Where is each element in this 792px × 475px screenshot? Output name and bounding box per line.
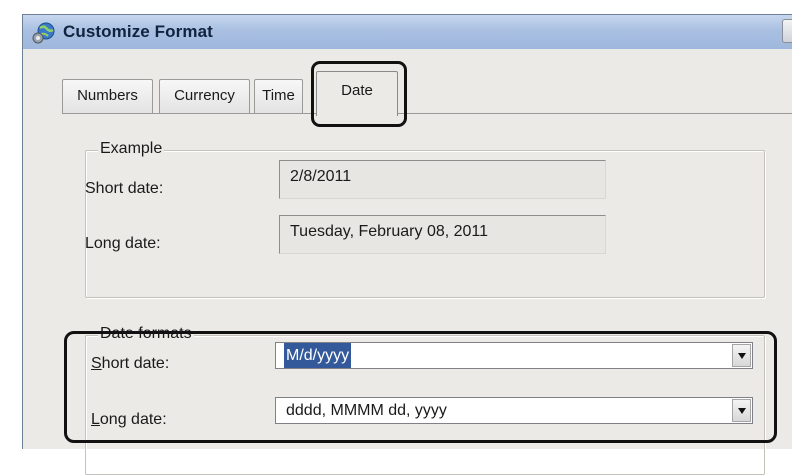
long-date-label-text: ong date: (99, 411, 167, 428)
short-date-format-value[interactable]: M/d/yyyy (284, 343, 352, 368)
chevron-down-icon[interactable] (732, 344, 751, 367)
example-long-date-value: Tuesday, February 08, 2011 (279, 215, 606, 254)
tab-time[interactable]: Time (254, 79, 303, 113)
long-date-format-label: Long date: (91, 411, 167, 429)
window-title: Customize Format (63, 22, 213, 41)
close-button[interactable] (782, 19, 792, 43)
long-date-format-combo[interactable]: dddd, MMMM dd, yyyy (275, 397, 753, 424)
tab-strip-divider (62, 113, 792, 114)
example-short-date-label: Short date: (85, 180, 164, 197)
long-date-format-value[interactable]: dddd, MMMM dd, yyyy (286, 398, 447, 423)
title-bar[interactable]: Customize Format (23, 15, 792, 49)
short-date-format-label: Short date: (91, 355, 169, 373)
short-date-access-key: S (91, 355, 102, 372)
tab-numbers[interactable]: Numbers (62, 79, 153, 113)
example-short-date-value: 2/8/2011 (279, 160, 606, 199)
chevron-down-icon[interactable] (732, 399, 751, 422)
globe-settings-icon (32, 22, 55, 44)
tab-currency[interactable]: Currency (159, 79, 250, 113)
example-long-date-label: Long date: (85, 235, 161, 252)
date-formats-group-title: Date formats (98, 325, 194, 343)
long-date-access-key: L (91, 411, 100, 428)
tab-date[interactable]: Date (316, 71, 398, 116)
short-date-format-combo[interactable]: M/d/yyyy (275, 342, 753, 369)
example-group-title: Example (98, 140, 165, 158)
short-date-label-text: hort date: (101, 355, 170, 372)
customize-format-dialog: Customize Format Numbers Currency Time D… (22, 14, 792, 475)
